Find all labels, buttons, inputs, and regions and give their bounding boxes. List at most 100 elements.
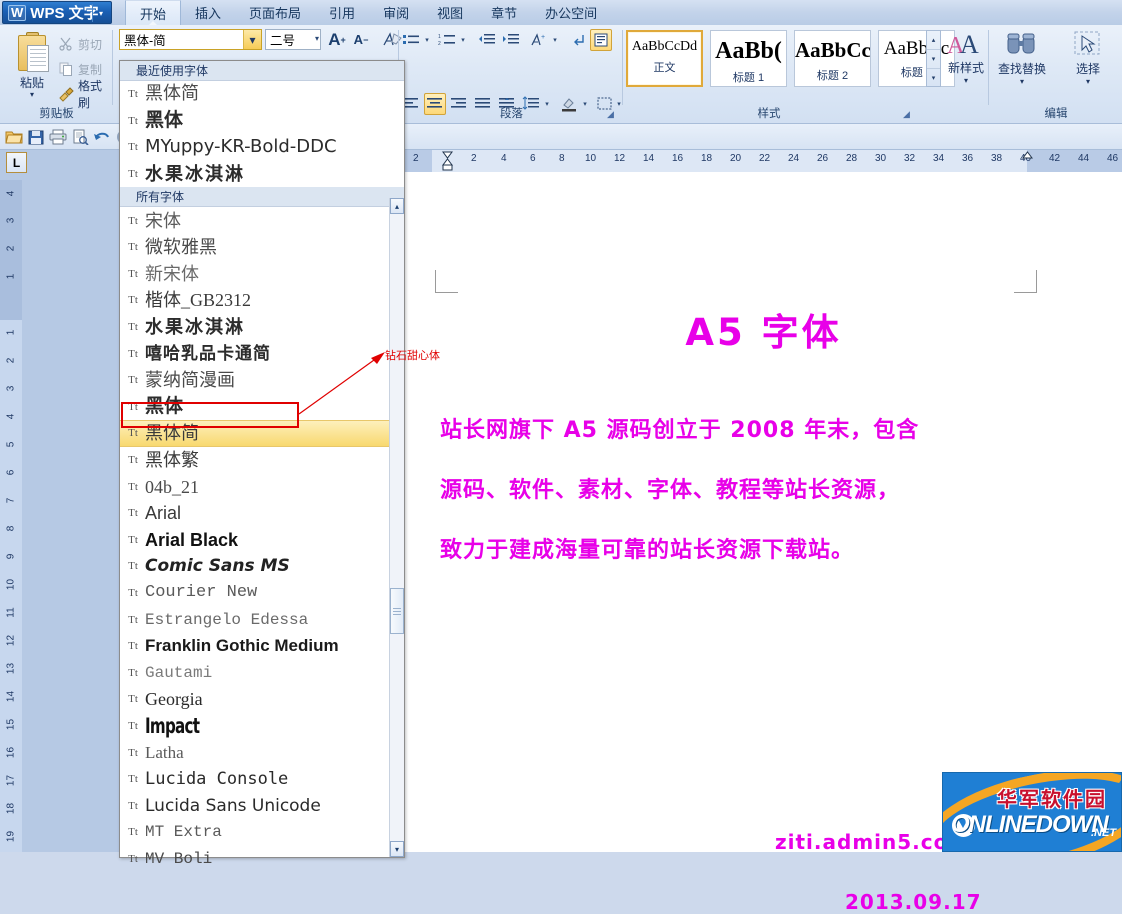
tab-references[interactable]: 引用	[315, 0, 369, 25]
font-list-item[interactable]: TtMT Extra	[120, 819, 404, 846]
decrease-indent-button[interactable]	[476, 29, 498, 51]
paragraph-group-label: 段落	[400, 105, 623, 121]
styles-dialog-launcher[interactable]: ◢	[903, 109, 913, 119]
numbering-dropdown[interactable]: ▾	[458, 29, 468, 51]
scroll-up-arrow-icon[interactable]: ▴	[390, 198, 404, 214]
bullets-dropdown[interactable]: ▾	[422, 29, 432, 51]
tab-page-layout[interactable]: 页面布局	[235, 0, 315, 25]
style-card-normal[interactable]: AaBbCcDd 正文	[626, 30, 703, 87]
font-list-item[interactable]: Tt04b_21	[120, 473, 404, 500]
bullets-button[interactable]	[400, 29, 422, 51]
grow-font-button[interactable]: A+	[326, 29, 348, 50]
font-list-item[interactable]: Tt微软雅黑	[120, 234, 404, 261]
character-shading-button[interactable]: +	[528, 29, 550, 51]
font-list-item[interactable]: TtComic Sans MS	[120, 553, 404, 580]
document-canvas[interactable]: A5 字体 站长网旗下 A5 源码创立于 2008 年末，包含 源码、软件、素材…	[405, 172, 1122, 852]
chevron-down-icon[interactable]: ▾	[243, 30, 261, 49]
chevron-down-icon[interactable]: ▾	[1058, 77, 1118, 86]
styles-scroll-down-button[interactable]: ▾	[927, 50, 940, 69]
style-card-heading-1[interactable]: AaBb( 标题 1	[710, 30, 787, 87]
tab-insert[interactable]: 插入	[181, 0, 235, 25]
font-list-item[interactable]: TtLatha	[120, 739, 404, 766]
styles-more-button[interactable]: ▾	[927, 69, 940, 87]
find-replace-button[interactable]: 查找替换 ▾	[992, 29, 1052, 86]
font-list-item-selected[interactable]: Tt黑体简	[120, 420, 404, 447]
vertical-ruler[interactable]: 4 3 2 1 1 2 3 4 5 6 7 8 9 10 11 12 13 14…	[0, 180, 22, 852]
shrink-font-minus: −	[363, 35, 368, 45]
chevron-down-icon[interactable]: ▾	[92, 4, 109, 22]
new-style-button[interactable]: AA 新样式 ▾	[943, 29, 989, 85]
chevron-down-icon[interactable]: ▾	[315, 34, 319, 43]
paste-button[interactable]: 粘贴 ▾	[8, 29, 56, 103]
select-button[interactable]: 选择 ▾	[1058, 29, 1118, 86]
paragraph-dialog-launcher[interactable]: ◢	[607, 109, 617, 119]
print-preview-icon[interactable]	[70, 127, 90, 146]
tab-start[interactable]: 开始	[125, 0, 181, 25]
chevron-down-icon[interactable]: ▾	[943, 76, 989, 85]
font-size-value: 二号	[266, 30, 295, 49]
scrollbar-thumb[interactable]	[390, 588, 404, 634]
font-list-item[interactable]: TtGautami	[120, 659, 404, 686]
print-icon[interactable]	[48, 127, 68, 146]
open-folder-icon[interactable]	[4, 127, 24, 146]
font-list-item[interactable]: TtMV Boli	[120, 846, 404, 873]
cut-button[interactable]: 剪切	[58, 33, 112, 55]
font-list-item[interactable]: TtArial	[120, 500, 404, 527]
styles-scroll-up-button[interactable]: ▴	[927, 31, 940, 50]
paragraph-layout-button[interactable]	[590, 29, 612, 51]
horizontal-ruler[interactable]: 2 2 4 6 8 10 12 14 16 18 20 22 24 26 28 …	[405, 150, 1122, 172]
wps-writer-window: W WPS 文字 ▾ 开始 插入 页面布局 引用 审阅 视图 章节 办公空间 粘…	[0, 0, 1122, 852]
font-list-item[interactable]: Tt 水果冰淇淋	[120, 161, 404, 188]
format-painter-button[interactable]: 格式刷	[58, 83, 112, 105]
save-icon[interactable]	[26, 127, 46, 146]
tab-view[interactable]: 视图	[423, 0, 477, 25]
font-list-item[interactable]: Tt水果冰淇淋	[120, 314, 404, 341]
font-list-item[interactable]: Tt 黑体	[120, 108, 404, 135]
font-list-item[interactable]: Tt 黑体简	[120, 81, 404, 108]
font-list-item[interactable]: TtGeorgia	[120, 686, 404, 713]
increase-indent-button[interactable]	[500, 29, 522, 51]
font-list-item[interactable]: TtArial Black	[120, 527, 404, 554]
font-list-item[interactable]: TtCourier New	[120, 580, 404, 607]
vruler-tick: 9	[6, 546, 17, 568]
font-list-item[interactable]: Tt嘻哈乳品卡通简	[120, 340, 404, 367]
chevron-down-icon[interactable]: ▾	[992, 77, 1052, 86]
tab-stop-selector[interactable]: L	[6, 152, 27, 173]
font-name-dropdown-list[interactable]: 最近使用字体 Tt 黑体简 Tt 黑体 Tt MYuppy-KR-Bold-DD…	[119, 60, 405, 858]
font-list-item[interactable]: Tt黑体	[120, 394, 404, 421]
font-size-combobox[interactable]: 二号 ▾	[265, 29, 321, 50]
chevron-down-icon[interactable]: ▾	[8, 91, 56, 99]
style-card-heading-2[interactable]: AaBbCc 标题 2	[794, 30, 871, 87]
font-list-item[interactable]: TtEstrangelo Edessa	[120, 606, 404, 633]
font-list-item[interactable]: TtImpact	[120, 713, 404, 740]
truetype-icon: Tt	[126, 115, 140, 127]
font-list-item[interactable]: Tt新宋体	[120, 261, 404, 288]
wps-app-button[interactable]: W WPS 文字 ▾	[2, 1, 112, 24]
truetype-icon: Tt	[126, 168, 140, 180]
indent-marker-right[interactable]	[1022, 151, 1033, 171]
font-list-item[interactable]: Tt MYuppy-KR-Bold-DDC	[120, 134, 404, 161]
font-list-item[interactable]: Tt黑体繁	[120, 447, 404, 474]
shrink-font-button[interactable]: A−	[350, 29, 372, 50]
font-list-item-label: 黑体简	[145, 83, 199, 105]
tab-office-space[interactable]: 办公空间	[531, 0, 611, 25]
font-list-item[interactable]: Tt宋体	[120, 207, 404, 234]
font-list-item[interactable]: Tt楷体_GB2312	[120, 287, 404, 314]
show-marks-button[interactable]	[568, 29, 590, 51]
indent-marker-left[interactable]	[442, 151, 453, 171]
numbering-button[interactable]: 12	[436, 29, 458, 51]
vruler-tick: 19	[6, 826, 17, 848]
font-list-item[interactable]: Tt蒙纳简漫画	[120, 367, 404, 394]
tab-section[interactable]: 章节	[477, 0, 531, 25]
font-list-scrollbar[interactable]: ▴ ▾	[389, 198, 404, 857]
hruler-tick: 42	[1049, 153, 1060, 164]
scroll-down-arrow-icon[interactable]: ▾	[390, 841, 404, 857]
font-list-item[interactable]: TtLucida Sans Unicode	[120, 792, 404, 819]
font-list-item[interactable]: TtLucida Console	[120, 766, 404, 793]
document-date-text: 2013.09.17	[845, 890, 982, 914]
character-shading-dropdown[interactable]: ▾	[550, 29, 560, 51]
tab-review[interactable]: 审阅	[369, 0, 423, 25]
font-list-item[interactable]: TtFranklin Gothic Medium	[120, 633, 404, 660]
undo-icon[interactable]	[92, 127, 112, 146]
font-name-combobox[interactable]: 黑体-简 ▾	[119, 29, 262, 50]
